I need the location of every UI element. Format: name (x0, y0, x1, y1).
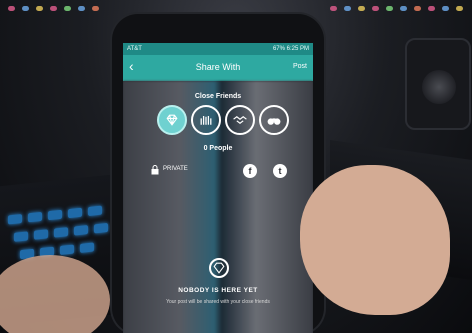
lock-icon (151, 165, 159, 175)
carrier-label: AT&T (127, 46, 142, 52)
diamond-icon (209, 258, 229, 278)
phone-screen: AT&T 67% 6:25 PM ‹ Share With Post Close… (123, 43, 313, 333)
people-count: 0 People (203, 145, 233, 152)
hands-group-icon[interactable] (191, 105, 221, 135)
page-title: Share With (195, 62, 241, 72)
privacy-row: PRIVATE f t (123, 163, 313, 179)
photo-scene: AT&T 67% 6:25 PM ‹ Share With Post Close… (0, 0, 472, 333)
group-title: Close Friends (194, 93, 242, 100)
post-button[interactable]: Post (293, 63, 307, 70)
empty-state-title: NOBODY IS HERE YET (178, 287, 258, 294)
facebook-icon[interactable]: f (243, 164, 257, 178)
speaker (405, 38, 471, 130)
status-right: 67% 6:25 PM (273, 43, 309, 55)
binoculars-icon[interactable] (259, 105, 289, 135)
status-bar: AT&T 67% 6:25 PM (123, 43, 313, 55)
diamond-icon[interactable] (157, 105, 187, 135)
privacy-label[interactable]: PRIVATE (163, 166, 188, 172)
empty-state-subtitle: Your post will be shared with your close… (166, 299, 270, 305)
app-header: ‹ Share With Post (123, 55, 313, 81)
twitter-icon[interactable]: t (273, 164, 287, 178)
right-thumb (300, 165, 450, 315)
battery-label: 67% (272, 46, 285, 52)
handshake-icon[interactable] (225, 105, 255, 135)
time-label: 6:25 PM (286, 46, 309, 52)
phone: AT&T 67% 6:25 PM ‹ Share With Post Close… (112, 14, 324, 333)
